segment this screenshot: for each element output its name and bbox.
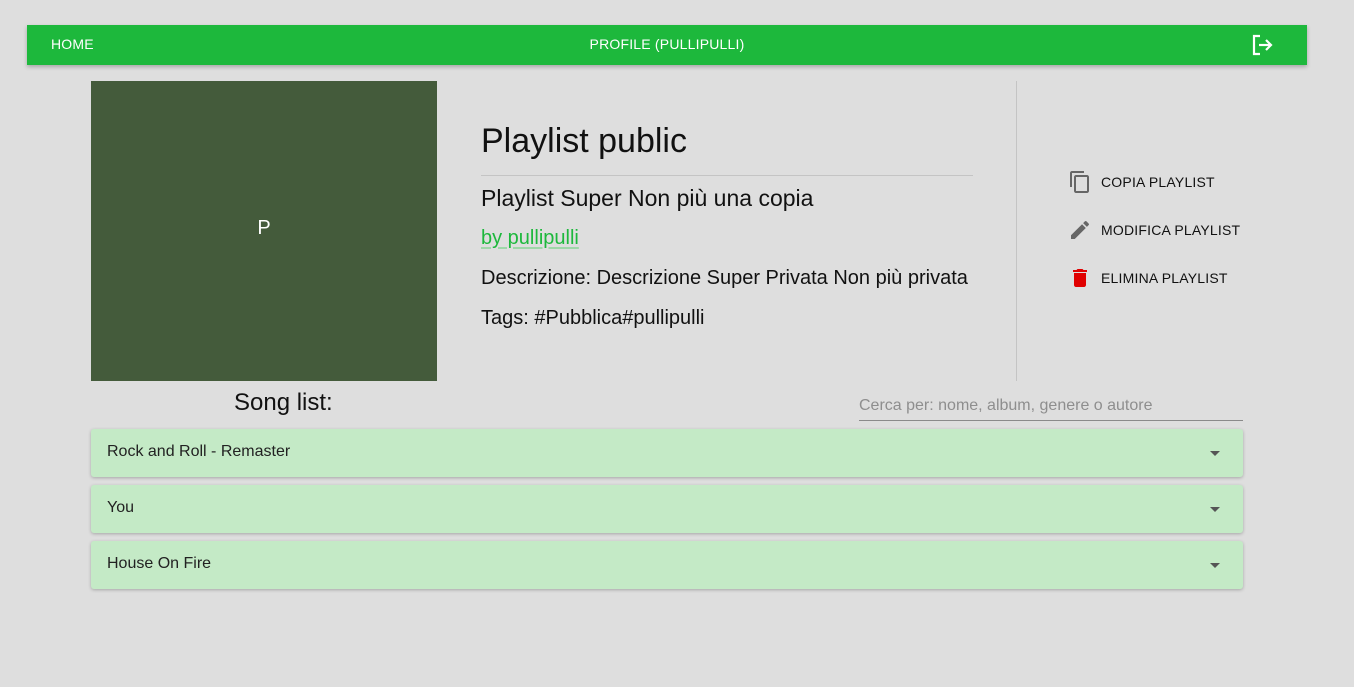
cover-letter: P — [257, 216, 271, 239]
logout-icon — [1252, 34, 1273, 56]
song-row[interactable]: Rock and Roll - Remaster — [91, 429, 1243, 477]
copy-playlist-button[interactable]: COPIA PLAYLIST — [1068, 168, 1215, 196]
nav-home-link[interactable]: HOME — [51, 25, 94, 65]
vertical-divider — [1016, 81, 1017, 381]
song-row[interactable]: You — [91, 485, 1243, 533]
song-name: You — [107, 499, 134, 516]
song-search-input[interactable] — [859, 391, 1243, 421]
playlist-title: Playlist public — [481, 122, 687, 160]
playlist-description: Descrizione: Descrizione Super Privata N… — [481, 267, 968, 289]
chevron-down-icon — [1210, 451, 1220, 456]
chevron-down-icon — [1210, 507, 1220, 512]
edit-playlist-label: MODIFICA PLAYLIST — [1101, 222, 1241, 238]
playlist-owner-link[interactable]: by pullipulli — [481, 227, 579, 250]
playlist-cover: P — [91, 81, 437, 381]
song-list-heading: Song list: — [234, 389, 333, 416]
song-name: House On Fire — [107, 555, 212, 572]
top-navbar: PROFILE (PULLIPULLI) HOME — [27, 25, 1307, 65]
logout-button[interactable] — [1251, 34, 1275, 56]
title-divider — [481, 175, 973, 176]
delete-playlist-label: ELIMINA PLAYLIST — [1101, 270, 1228, 286]
nav-profile-link[interactable]: PROFILE (PULLIPULLI) — [27, 25, 1307, 65]
edit-playlist-button[interactable]: MODIFICA PLAYLIST — [1068, 216, 1240, 244]
song-name: Rock and Roll - Remaster — [107, 443, 291, 460]
trash-icon — [1073, 269, 1087, 287]
copy-icon — [1070, 171, 1089, 193]
copy-playlist-label: COPIA PLAYLIST — [1101, 174, 1215, 190]
delete-playlist-button[interactable]: ELIMINA PLAYLIST — [1068, 264, 1228, 292]
pencil-icon — [1071, 220, 1090, 239]
chevron-down-icon — [1210, 563, 1220, 568]
song-row[interactable]: House On Fire — [91, 541, 1243, 589]
playlist-tags: Tags: #Pubblica#pullipulli — [481, 307, 705, 329]
playlist-name: Playlist Super Non più una copia — [481, 185, 814, 211]
